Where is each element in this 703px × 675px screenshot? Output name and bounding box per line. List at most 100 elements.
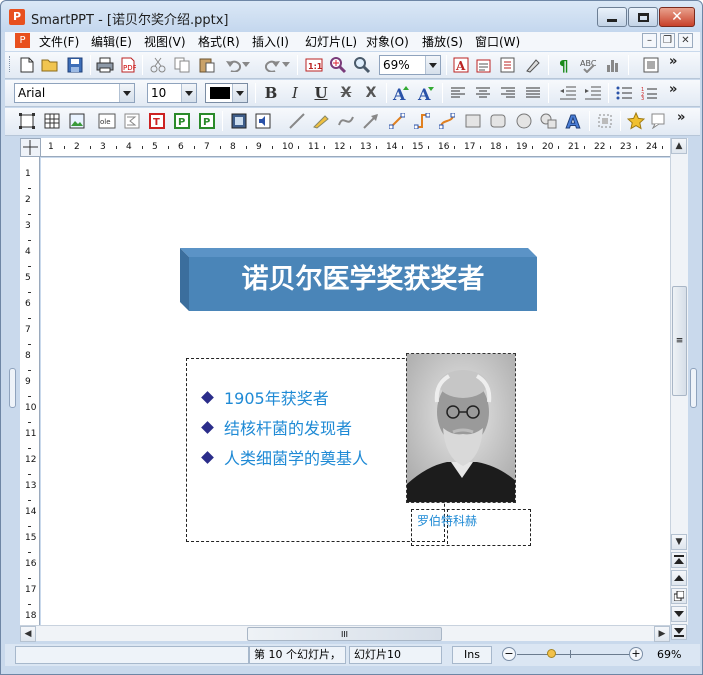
paste-icon[interactable] bbox=[197, 55, 217, 75]
menu-window[interactable]: 窗口(W) bbox=[475, 33, 520, 50]
bullet-list-icon[interactable] bbox=[614, 83, 634, 103]
menu-view[interactable]: 视图(V) bbox=[144, 33, 186, 50]
menu-format[interactable]: 格式(R) bbox=[198, 33, 240, 50]
word-art-icon[interactable]: A bbox=[564, 111, 584, 131]
elbow-connector-icon[interactable] bbox=[412, 111, 432, 131]
zoom-out-button[interactable]: − bbox=[502, 647, 516, 661]
font-color-combo[interactable] bbox=[205, 83, 248, 103]
open-folder-icon[interactable] bbox=[40, 55, 60, 75]
align-center-icon[interactable] bbox=[473, 83, 493, 103]
line-tool-icon[interactable] bbox=[287, 111, 307, 131]
right-panel-handle[interactable] bbox=[690, 368, 697, 408]
copy-icon[interactable] bbox=[172, 55, 192, 75]
scroll-up-icon[interactable]: ▲ bbox=[671, 138, 687, 154]
cut-icon[interactable] bbox=[148, 55, 168, 75]
slide-sorter-icon[interactable] bbox=[671, 588, 687, 604]
actual-size-icon[interactable]: 1:1 bbox=[304, 55, 324, 75]
menu-object[interactable]: 对象(O) bbox=[366, 33, 409, 50]
zoom-in-button[interactable]: + bbox=[629, 647, 643, 661]
decrease-indent-icon[interactable] bbox=[558, 83, 578, 103]
increase-indent-icon[interactable] bbox=[583, 83, 603, 103]
previous-slide-icon[interactable] bbox=[671, 570, 687, 586]
menu-play[interactable]: 播放(S) bbox=[422, 33, 463, 50]
spell-check-icon[interactable]: ABC bbox=[579, 55, 599, 75]
grow-font-icon[interactable]: A bbox=[392, 83, 412, 103]
redo-dropdown-icon[interactable] bbox=[281, 55, 291, 75]
status-insert-mode[interactable]: Ins bbox=[452, 646, 492, 664]
vertical-scrollbar[interactable]: ▲ ≡ ▼ bbox=[670, 138, 688, 640]
shrink-font-icon[interactable]: A bbox=[417, 83, 437, 103]
horizontal-ruler[interactable]: 1 2 3 4 5 6 7 8 9 10 11 12 13 14 15 16 17 18 19 20 21 22 23 24 bbox=[41, 138, 670, 157]
last-slide-icon[interactable] bbox=[671, 624, 687, 640]
zoom-slider-thumb[interactable] bbox=[547, 649, 556, 658]
mdi-minimize-button[interactable]: – bbox=[642, 33, 657, 48]
font-size-combo[interactable]: 10 bbox=[147, 83, 197, 103]
group-icon[interactable] bbox=[595, 111, 615, 131]
align-justify-icon[interactable] bbox=[523, 83, 543, 103]
undo-dropdown-icon[interactable] bbox=[241, 55, 251, 75]
print-icon[interactable] bbox=[95, 55, 115, 75]
menu-insert[interactable]: 插入(I) bbox=[252, 33, 289, 50]
portrait-image[interactable] bbox=[406, 353, 516, 503]
menu-edit[interactable]: 编辑(E) bbox=[91, 33, 132, 50]
horizontal-scroll-thumb[interactable]: III bbox=[247, 627, 442, 641]
left-panel-handle[interactable] bbox=[9, 368, 16, 408]
formula-icon[interactable] bbox=[122, 111, 142, 131]
insert-image-icon[interactable] bbox=[67, 111, 87, 131]
scroll-right-icon[interactable]: ▶ bbox=[654, 626, 670, 642]
table-icon[interactable] bbox=[42, 111, 62, 131]
underline-icon[interactable]: U bbox=[311, 83, 331, 103]
slide-title-box[interactable]: 诺贝尔医学奖获奖者 bbox=[180, 245, 537, 311]
chevron-down-icon[interactable] bbox=[232, 84, 247, 102]
horizontal-scrollbar[interactable]: ◀ III ▶ bbox=[20, 625, 670, 642]
chevron-down-icon[interactable] bbox=[181, 84, 196, 102]
connector-tool-icon[interactable] bbox=[387, 111, 407, 131]
ole-object-icon[interactable]: ole bbox=[97, 111, 117, 131]
vertical-ruler[interactable]: 1 2 3 4 5 6 7 8 9 10 11 12 13 14 15 16 17 18 bbox=[20, 157, 40, 631]
text-box-icon[interactable]: T bbox=[147, 111, 167, 131]
rectangle-tool-icon[interactable] bbox=[463, 111, 483, 131]
bold-icon[interactable]: B bbox=[261, 83, 281, 103]
redo-icon[interactable] bbox=[263, 55, 283, 75]
export-pdf-icon[interactable]: PDF bbox=[118, 55, 138, 75]
clear-format-icon[interactable] bbox=[522, 55, 542, 75]
format-painter-icon[interactable] bbox=[474, 55, 494, 75]
list-icon[interactable] bbox=[498, 55, 518, 75]
callout-icon[interactable] bbox=[650, 111, 670, 131]
slide-layout-icon[interactable] bbox=[641, 55, 661, 75]
ellipse-tool-icon[interactable] bbox=[514, 111, 534, 131]
text-color-icon[interactable]: A bbox=[451, 55, 471, 75]
ruler-corner[interactable] bbox=[20, 138, 41, 157]
shapes-tool-icon[interactable] bbox=[539, 111, 559, 131]
first-slide-icon[interactable] bbox=[671, 552, 687, 568]
new-file-icon[interactable] bbox=[17, 55, 37, 75]
movie-icon[interactable] bbox=[229, 111, 249, 131]
arrow-tool-icon[interactable] bbox=[361, 111, 381, 131]
scroll-down-icon[interactable]: ▼ bbox=[671, 534, 687, 550]
zoom-fit-icon[interactable] bbox=[328, 55, 348, 75]
vertical-scroll-thumb[interactable]: ≡ bbox=[672, 286, 687, 396]
align-left-icon[interactable] bbox=[448, 83, 468, 103]
undo-icon[interactable] bbox=[223, 55, 243, 75]
star-icon[interactable] bbox=[626, 111, 646, 131]
curved-connector-icon[interactable] bbox=[437, 111, 457, 131]
paragraph-mark-icon[interactable]: ¶ bbox=[555, 55, 575, 75]
strikethrough-icon[interactable]: X bbox=[336, 83, 356, 103]
chevron-down-icon[interactable] bbox=[425, 56, 440, 74]
zoom-combo[interactable]: 69% bbox=[379, 55, 441, 75]
sound-icon[interactable] bbox=[253, 111, 273, 131]
save-icon[interactable] bbox=[65, 55, 85, 75]
toolbar-more-button[interactable]: » bbox=[669, 82, 677, 97]
zoom-slider-track[interactable] bbox=[517, 654, 634, 655]
freehand-tool-icon[interactable] bbox=[311, 111, 331, 131]
toolbar-more-button[interactable]: » bbox=[677, 110, 685, 125]
mdi-restore-button[interactable]: ❐ bbox=[660, 33, 675, 48]
align-right-icon[interactable] bbox=[498, 83, 518, 103]
paragraph-box-icon[interactable]: P bbox=[172, 111, 192, 131]
scroll-left-icon[interactable]: ◀ bbox=[20, 626, 36, 642]
chevron-down-icon[interactable] bbox=[119, 84, 134, 102]
minimize-button[interactable] bbox=[597, 7, 627, 27]
chart-icon[interactable] bbox=[603, 55, 623, 75]
slide-canvas[interactable]: 诺贝尔医学奖获奖者 1905年获奖者 结核杆菌的发现者 人类细菌学的奠基人 罗伯… bbox=[41, 158, 670, 625]
menu-slide[interactable]: 幻灯片(L) bbox=[305, 33, 357, 50]
